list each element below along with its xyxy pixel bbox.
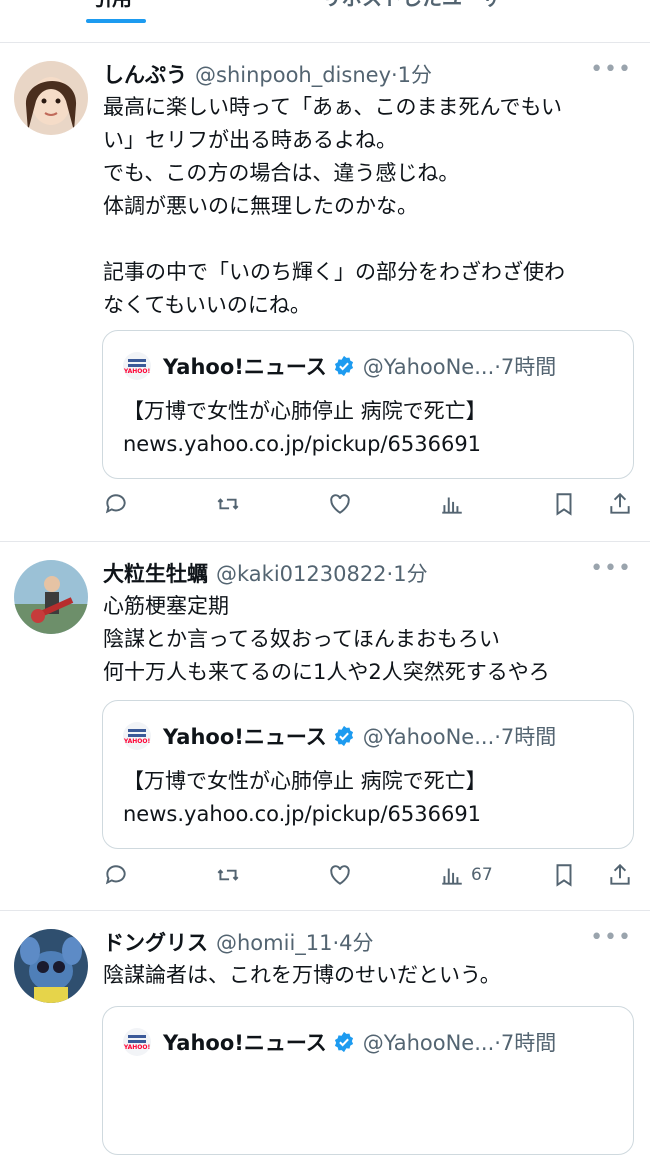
tweet-item[interactable]: ドングリス @homii_11·4分 ••• 陰謀論者は、これを万博のせいだとい… [0, 911, 650, 1155]
more-icon[interactable]: ••• [590, 57, 632, 82]
tweet-text: 陰謀論者は、これを万博のせいだという。 [103, 963, 501, 987]
reply-icon[interactable] [103, 491, 129, 517]
yahoo-logo-icon: YAHOO! [123, 722, 151, 750]
quoted-tweet[interactable]: YAHOO! Yahoo!ニュース @YahooNe...·7時間 【万博で女性… [102, 330, 634, 479]
verified-badge-icon [334, 1031, 353, 1053]
tweet-header: しんぷう @shinpooh_disney·1分 [103, 59, 432, 89]
quoted-handle: @YahooNe...·7時間 [362, 355, 557, 379]
quoted-header: YAHOO! Yahoo!ニュース @YahooNe...·7時間 [123, 1027, 556, 1057]
more-icon[interactable]: ••• [590, 925, 632, 950]
action-bar [103, 491, 633, 521]
quoted-name: Yahoo!ニュース [163, 355, 327, 379]
tweet-text: 心筋梗塞定期 陰謀とか言ってる奴おってほんまおもろい 何十万人も来てるのに1人や… [103, 594, 550, 684]
avatar[interactable] [14, 929, 88, 1003]
quoted-text: 【万博で女性が心肺停止 病院で死亡】 news.yahoo.co.jp/pick… [123, 769, 487, 826]
handle-time[interactable]: @shinpooh_disney·1分 [195, 59, 432, 89]
tab-active-indicator [86, 19, 146, 23]
yahoo-logo-icon: YAHOO! [123, 352, 151, 380]
tab-bar: 引用 リポストしたユーザー [0, 0, 650, 43]
quoted-header: YAHOO! Yahoo!ニュース @YahooNe...·7時間 [123, 351, 556, 381]
handle-time[interactable]: @homii_11·4分 [216, 927, 374, 957]
share-icon[interactable] [607, 491, 633, 517]
tweet-item[interactable]: 大粒生牡蠣 @kaki01230822·1分 ••• 心筋梗塞定期 陰謀とか言っ… [0, 542, 650, 911]
quoted-name: Yahoo!ニュース [163, 725, 327, 749]
more-icon[interactable]: ••• [590, 556, 632, 581]
quoted-handle: @YahooNe...·7時間 [362, 1031, 557, 1055]
display-name[interactable]: ドングリス [103, 927, 208, 957]
tab-label: 引用 [92, 0, 132, 11]
quoted-text: 【万博で女性が心肺停止 病院で死亡】 news.yahoo.co.jp/pick… [123, 399, 487, 456]
views-icon[interactable] [439, 491, 471, 517]
handle-time[interactable]: @kaki01230822·1分 [216, 558, 428, 588]
tab-reposts[interactable]: リポストしたユーザー [322, 0, 522, 42]
avatar[interactable] [14, 560, 88, 634]
action-bar: 67 [103, 862, 633, 892]
avatar[interactable] [14, 61, 88, 135]
yahoo-logo-icon: YAHOO! [123, 1028, 151, 1056]
tab-label: リポストしたユーザー [322, 0, 522, 11]
share-icon[interactable] [607, 862, 633, 888]
quoted-tweet[interactable]: YAHOO! Yahoo!ニュース @YahooNe...·7時間 [102, 1006, 634, 1155]
verified-badge-icon [334, 725, 353, 747]
display-name[interactable]: しんぷう [103, 59, 187, 89]
tweet-header: 大粒生牡蠣 @kaki01230822·1分 [103, 558, 428, 588]
reply-icon[interactable] [103, 862, 129, 888]
quoted-tweet[interactable]: YAHOO! Yahoo!ニュース @YahooNe...·7時間 【万博で女性… [102, 700, 634, 849]
repost-icon[interactable] [215, 491, 241, 517]
tweet-item[interactable]: しんぷう @shinpooh_disney·1分 ••• 最高に楽しい時って「あ… [0, 43, 650, 542]
views-count: 67 [471, 865, 493, 885]
tweet-text: 最高に楽しい時って「あぁ、このまま死んでもい い」セリフが出る時あるよね。 でも… [103, 95, 565, 317]
repost-icon[interactable] [215, 862, 241, 888]
bookmark-icon[interactable] [551, 862, 577, 888]
views-icon[interactable]: 67 [439, 862, 493, 888]
verified-badge-icon [334, 355, 353, 377]
tweet-header: ドングリス @homii_11·4分 [103, 927, 374, 957]
display-name[interactable]: 大粒生牡蠣 [103, 558, 208, 588]
heart-icon[interactable] [327, 491, 353, 517]
quoted-name: Yahoo!ニュース [163, 1031, 327, 1055]
heart-icon[interactable] [327, 862, 353, 888]
quoted-header: YAHOO! Yahoo!ニュース @YahooNe...·7時間 [123, 721, 556, 751]
quoted-handle: @YahooNe...·7時間 [362, 725, 557, 749]
bookmark-icon[interactable] [551, 491, 577, 517]
